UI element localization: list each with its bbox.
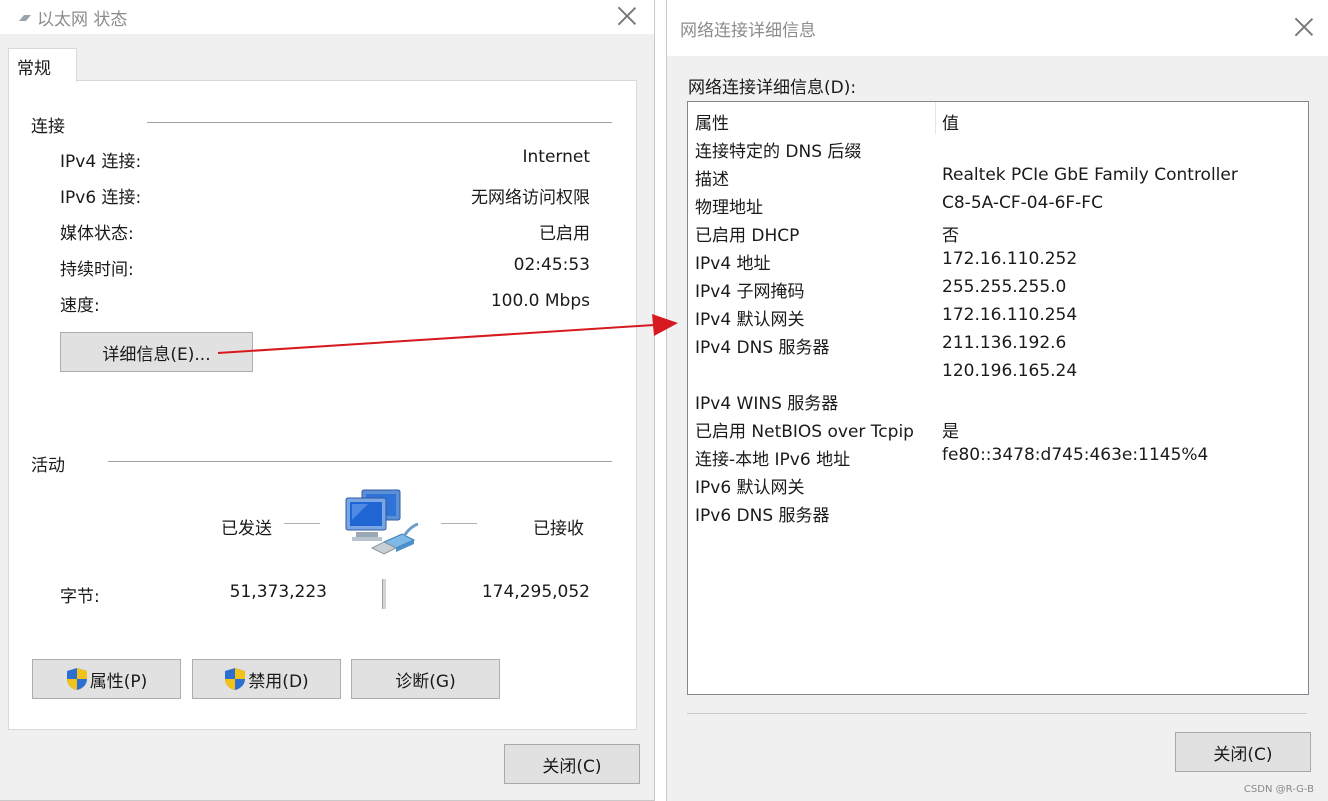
diagnose-button-label: 诊断(G) [395,671,456,692]
details-button-label: 详细信息(E)... [102,344,211,365]
section-divider [108,461,612,462]
detail-property: 物理地址 [695,198,763,218]
media-state-value: 已启用 [539,224,590,244]
uac-shield-icon [225,668,246,690]
ipv4-connectivity-value: Internet [522,147,590,167]
detail-property: IPv4 地址 [695,254,771,274]
received-line [441,523,477,524]
detail-property: IPv6 DNS 服务器 [695,506,830,526]
speed-label: 速度: [60,296,100,316]
bytes-separator [382,579,387,609]
connection-section-label: 连接 [31,117,65,137]
detail-value: 120.196.165.24 [942,361,1078,381]
duration-label: 持续时间: [60,260,134,280]
disable-button[interactable]: 禁用(D) [192,659,341,699]
details-list-label: 网络连接详细信息(D): [688,73,856,98]
detail-property: IPv4 DNS 服务器 [695,338,830,358]
detail-value: Realtek PCIe GbE Family Controller [942,165,1238,185]
detail-value: 255.255.255.0 [942,277,1067,297]
media-state-label: 媒体状态: [60,224,134,244]
ethernet-status-window: 以太网 状态 常规 连接 IPv4 连接: Internet IPv6 连接: … [0,0,655,801]
close-button-label: 关闭(C) [542,756,602,777]
properties-button[interactable]: 属性(P) [32,659,181,699]
uac-shield-icon [66,668,87,690]
detail-property: IPv6 默认网关 [695,478,805,498]
detail-property: IPv4 子网掩码 [695,282,805,302]
watermark: CSDN @R-G-B [1243,784,1314,795]
properties-button-label: 属性(P) [89,671,148,692]
column-header-property[interactable]: 属性 [695,109,729,134]
detail-value: 是 [942,422,959,442]
sent-line [284,523,320,524]
network-computers-icon [345,489,419,555]
footer-divider [687,713,1307,714]
details-close-button[interactable]: 关闭(C) [1175,732,1311,772]
ipv4-connectivity-label: IPv4 连接: [60,152,142,172]
detail-value: C8-5A-CF-04-6F-FC [942,193,1103,213]
details-button[interactable]: 详细信息(E)... [60,332,253,372]
bytes-label: 字节: [60,587,100,607]
detail-property: 描述 [695,170,729,190]
section-divider [147,122,612,123]
network-adapter-icon [19,15,31,21]
title-bar: 以太网 状态 [0,0,654,34]
window-title: 以太网 状态 [37,10,128,30]
ipv6-connectivity-value: 无网络访问权限 [471,188,590,208]
detail-value: 否 [942,226,959,246]
diagnose-button[interactable]: 诊断(G) [351,659,500,699]
detail-property: IPv4 默认网关 [695,310,805,330]
close-icon[interactable] [617,6,637,26]
activity-section-label: 活动 [31,456,65,476]
details-listview[interactable]: 属性 值 连接特定的 DNS 后缀 描述 Realtek PCIe GbE Fa… [687,101,1309,695]
sent-label: 已发送 [221,519,272,539]
bytes-sent-value: 51,373,223 [229,582,327,602]
received-label: 已接收 [533,519,584,539]
detail-value: 172.16.110.254 [942,305,1078,325]
disable-button-label: 禁用(D) [248,671,309,692]
close-button[interactable]: 关闭(C) [504,744,640,784]
detail-property: 已启用 DHCP [695,226,800,246]
duration-value: 02:45:53 [513,255,590,275]
details-list-label-text: 网络连接详细信息(D): [688,78,857,98]
detail-value: 211.136.192.6 [942,333,1067,353]
column-header-value[interactable]: 值 [942,109,959,134]
bytes-received-value: 174,295,052 [481,582,590,602]
column-divider [935,102,936,134]
speed-value: 100.0 Mbps [490,291,590,311]
detail-value: fe80::3478:d745:463e:1145%4 [942,445,1209,465]
title-bar: 网络连接详细信息 [667,0,1328,56]
window-title: 网络连接详细信息 [680,21,816,41]
general-panel: 连接 IPv4 连接: Internet IPv6 连接: 无网络访问权限 媒体… [8,80,637,730]
detail-property: 连接特定的 DNS 后缀 [695,142,862,162]
detail-property: IPv4 WINS 服务器 [695,394,839,414]
ipv6-connectivity-label: IPv6 连接: [60,188,142,208]
details-close-button-label: 关闭(C) [1213,744,1273,765]
close-icon[interactable] [1294,17,1314,37]
detail-property: 连接-本地 IPv6 地址 [695,450,851,470]
detail-value: 172.16.110.252 [942,249,1078,269]
detail-property: 已启用 NetBIOS over Tcpip [695,422,914,442]
tab-general-label: 常规 [17,59,51,79]
tab-general[interactable]: 常规 [8,48,77,82]
